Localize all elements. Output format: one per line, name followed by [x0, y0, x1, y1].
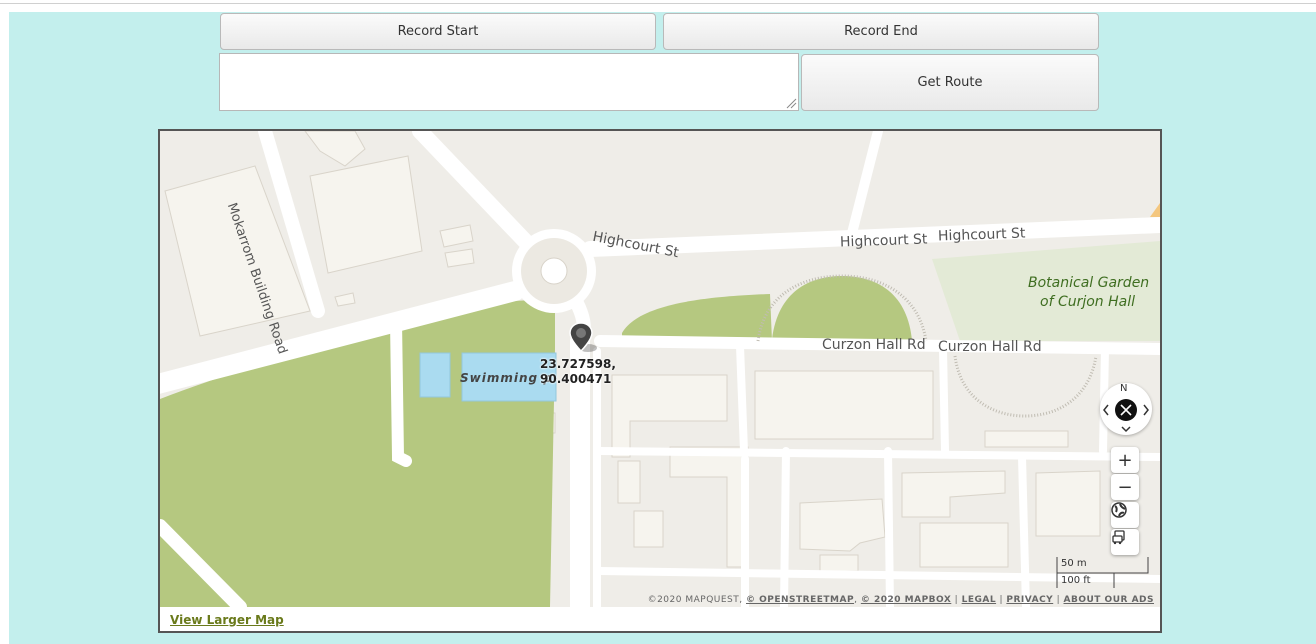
scale-metric-label: 50 m — [1061, 558, 1087, 569]
garden-label-line2: of Curjon Hall — [1040, 294, 1136, 310]
road-label-curzon: Curzon Hall Rd — [938, 339, 1042, 355]
zoom-out-button[interactable]: − — [1111, 474, 1139, 500]
marker-longitude: 90.400471 — [540, 372, 612, 386]
attribution-separator: | — [954, 595, 959, 605]
swimming-pool-label: Swimming p — [460, 371, 553, 385]
resize-grip-icon[interactable] — [785, 97, 797, 109]
map-marker-icon[interactable] — [566, 321, 600, 355]
traffic-button[interactable] — [1111, 529, 1139, 555]
attribution-separator: | — [1056, 595, 1061, 605]
road-label-highcourt: Highcourt St — [839, 231, 928, 251]
marker-latitude: 23.727598, — [540, 357, 616, 371]
map-canvas[interactable]: Mokarrom Building Road Highcourt St High… — [160, 131, 1160, 607]
globe-icon — [1111, 502, 1127, 518]
map-tiles — [160, 131, 1160, 607]
attribution-separator: | — [999, 595, 1003, 605]
view-larger-map-link[interactable]: View Larger Map — [170, 613, 284, 627]
legal-link[interactable]: LEGAL — [962, 595, 996, 605]
top-divider — [0, 3, 1316, 4]
road-label-highcourt: Highcourt St — [937, 225, 1026, 245]
marker-coordinates: 23.727598, 90.400471 — [540, 357, 616, 387]
route-textarea[interactable] — [219, 53, 799, 111]
garden-label: Botanical Garden — [1028, 275, 1150, 291]
privacy-link[interactable]: PRIVACY — [1006, 595, 1053, 605]
scale-imperial-label: 100 ft — [1061, 575, 1091, 586]
map-scale: 50 m 100 ft — [1056, 555, 1150, 589]
about-ads-link[interactable]: ABOUT OUR ADS — [1064, 595, 1155, 605]
compass-control[interactable]: N — [1100, 383, 1152, 435]
mapbox-link[interactable]: © 2020 MAPBOX — [861, 595, 951, 605]
road-label-curzon: Curzon Hall Rd — [822, 337, 926, 353]
record-start-button[interactable]: Record Start — [220, 13, 656, 50]
osm-link[interactable]: © OPENSTREETMAP — [746, 595, 854, 605]
attribution-copyright: ©2020 MAPQUEST, — [647, 595, 743, 605]
get-route-button[interactable]: Get Route — [801, 54, 1099, 111]
record-end-button[interactable]: Record End — [663, 13, 1099, 50]
zoom-in-button[interactable]: + — [1111, 447, 1139, 473]
map-attribution: ©2020 MAPQUEST, © OPENSTREETMAP, © 2020 … — [647, 595, 1155, 605]
map-footer: View Larger Map — [160, 607, 1160, 631]
traffic-icon — [1112, 530, 1125, 545]
map-frame: Mokarrom Building Road Highcourt St High… — [158, 129, 1162, 633]
map-style-button[interactable] — [1111, 502, 1139, 528]
compass-icon[interactable] — [1100, 383, 1152, 435]
